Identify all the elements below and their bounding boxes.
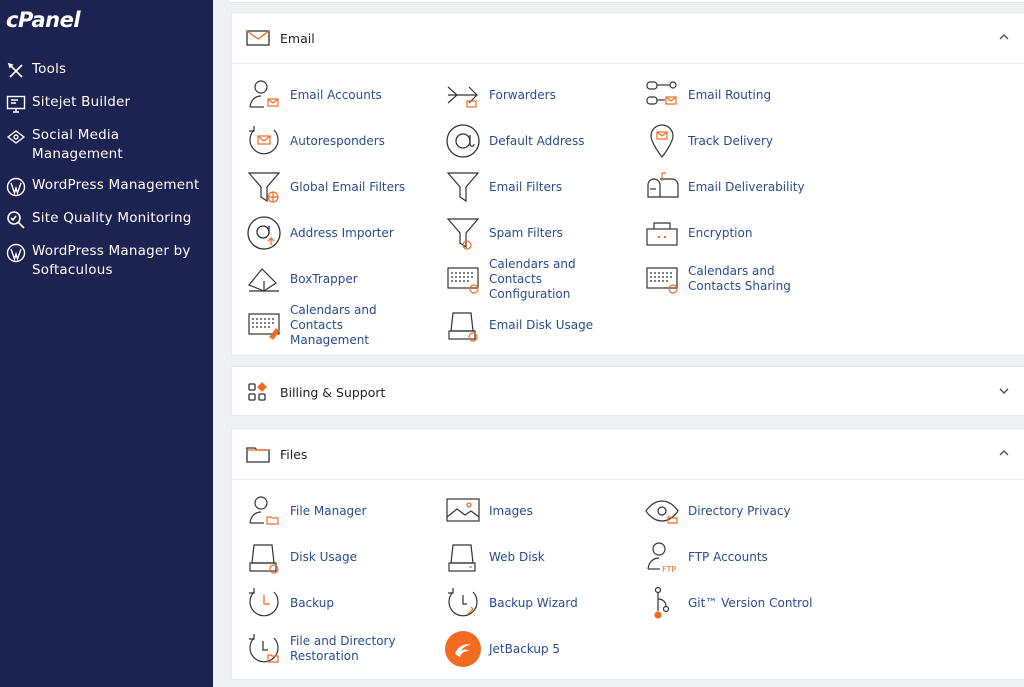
funnel-clock-icon bbox=[445, 215, 481, 251]
location-pin-icon bbox=[644, 123, 680, 159]
forwarders-link[interactable]: Forwarders bbox=[445, 76, 645, 114]
git-icon bbox=[644, 585, 680, 621]
jetbackup-link[interactable]: JetBackup 5 bbox=[445, 630, 645, 668]
sidebar-item-label: WordPress Management bbox=[32, 177, 200, 193]
web-disk-link[interactable]: Web Disk bbox=[445, 538, 645, 576]
sidebar-item-sitejet-builder[interactable]: Sitejet Builder bbox=[0, 93, 213, 114]
calendars-contacts-sharing-link[interactable]: Calendars and Contacts Sharing bbox=[644, 260, 844, 298]
email-panel-header[interactable]: Email bbox=[232, 13, 1024, 63]
backup-wizard-icon bbox=[445, 585, 481, 621]
track-delivery-link[interactable]: Track Delivery bbox=[644, 122, 844, 160]
spam-filters-link[interactable]: Spam Filters bbox=[445, 214, 645, 252]
chevron-up-icon[interactable] bbox=[997, 446, 1011, 460]
jetbackup-icon bbox=[445, 631, 481, 667]
calendar-pen-icon bbox=[246, 307, 282, 343]
email-accounts-link[interactable]: Email Accounts bbox=[246, 76, 446, 114]
restore-folder-icon bbox=[246, 631, 282, 667]
file-directory-restoration-link[interactable]: File and Directory Restoration bbox=[246, 630, 446, 668]
user-mail-icon bbox=[246, 77, 282, 113]
email-panel-body: Email Accounts Forwarders Email Routing … bbox=[232, 63, 1024, 355]
magnifier-icon bbox=[6, 210, 26, 230]
boxtrapper-icon bbox=[246, 261, 282, 297]
email-panel: Email Email Accounts Forwarders Email Ro… bbox=[231, 12, 1024, 356]
backup-wizard-link[interactable]: Backup Wizard bbox=[445, 584, 645, 622]
disk-clock-icon bbox=[246, 539, 282, 575]
calendar-share-icon bbox=[644, 261, 680, 297]
wordpress-icon bbox=[6, 177, 26, 197]
panel-title: Files bbox=[280, 446, 308, 462]
sidebar-item-social-media[interactable]: Social Media Management bbox=[0, 126, 213, 164]
chevron-down-icon[interactable] bbox=[997, 384, 1011, 398]
routing-icon bbox=[644, 77, 680, 113]
previous-panel-edge bbox=[231, 0, 1024, 3]
sidebar-item-label: Tools bbox=[32, 61, 67, 77]
mailbox-icon bbox=[644, 169, 680, 205]
calendars-contacts-configuration-link[interactable]: Calendars and Contacts Configuration bbox=[445, 257, 645, 301]
at-import-icon bbox=[246, 215, 282, 251]
grid-icon bbox=[246, 382, 270, 402]
panel-title: Billing & Support bbox=[280, 384, 386, 400]
calendars-contacts-management-link[interactable]: Calendars and Contacts Management bbox=[246, 303, 446, 347]
monitor-icon bbox=[6, 94, 26, 114]
at-icon bbox=[445, 123, 481, 159]
images-link[interactable]: Images bbox=[445, 492, 645, 530]
file-manager-link[interactable]: File Manager bbox=[246, 492, 446, 530]
sidebar-item-label: WordPress Manager by Softaculous bbox=[32, 243, 191, 278]
files-panel-header[interactable]: Files bbox=[232, 429, 1024, 479]
backup-link[interactable]: Backup bbox=[246, 584, 446, 622]
global-email-filters-link[interactable]: Global Email Filters bbox=[246, 168, 446, 206]
chevron-up-icon[interactable] bbox=[997, 30, 1011, 44]
billing-panel: Billing & Support bbox=[231, 366, 1024, 416]
address-importer-link[interactable]: Address Importer bbox=[246, 214, 446, 252]
main-content: Email Email Accounts Forwarders Email Ro… bbox=[213, 0, 1024, 687]
forward-icon bbox=[445, 77, 481, 113]
user-folder-icon bbox=[246, 493, 282, 529]
funnel-globe-icon bbox=[246, 169, 282, 205]
folder-icon bbox=[246, 444, 270, 464]
user-ftp-icon: FTP bbox=[644, 539, 680, 575]
sidebar-item-wordpress-softaculous[interactable]: WordPress Manager by Softaculous bbox=[0, 242, 213, 280]
files-panel: Files File Manager Images Directory Priv… bbox=[231, 428, 1024, 680]
disk-icon bbox=[445, 539, 481, 575]
wordpress-icon bbox=[6, 243, 26, 263]
sidebar-item-label: Site Quality Monitoring bbox=[32, 210, 192, 226]
disk-usage-link[interactable]: Disk Usage bbox=[246, 538, 446, 576]
default-address-link[interactable]: Default Address bbox=[445, 122, 645, 160]
tools-icon bbox=[6, 61, 26, 81]
email-deliverability-link[interactable]: Email Deliverability bbox=[644, 168, 844, 206]
sidebar-nav: Tools Sitejet Builder Social Media Manag… bbox=[0, 60, 213, 292]
sidebar-item-tools[interactable]: Tools bbox=[0, 60, 213, 81]
billing-panel-header[interactable]: Billing & Support bbox=[232, 367, 1024, 417]
sidebar-item-label: Sitejet Builder bbox=[32, 94, 131, 110]
sidebar: cPanel Tools Sitejet Builder Social Medi… bbox=[0, 0, 213, 687]
lock-box-icon bbox=[644, 215, 680, 251]
svg-text:FTP: FTP bbox=[662, 565, 676, 574]
eye-folder-icon bbox=[644, 493, 680, 529]
encryption-link[interactable]: Encryption bbox=[644, 214, 844, 252]
funnel-icon bbox=[445, 169, 481, 205]
envelope-icon bbox=[246, 28, 270, 48]
directory-privacy-link[interactable]: Directory Privacy bbox=[644, 492, 844, 530]
calendar-at-icon bbox=[445, 261, 481, 297]
email-routing-link[interactable]: Email Routing bbox=[644, 76, 844, 114]
sidebar-item-site-quality[interactable]: Site Quality Monitoring bbox=[0, 209, 213, 230]
cpanel-logo[interactable]: cPanel bbox=[6, 8, 81, 32]
email-disk-usage-link[interactable]: Email Disk Usage bbox=[445, 306, 645, 344]
git-version-control-link[interactable]: Git™ Version Control bbox=[644, 584, 844, 622]
sidebar-item-wordpress-management[interactable]: WordPress Management bbox=[0, 176, 213, 197]
files-panel-body: File Manager Images Directory Privacy Di… bbox=[232, 479, 1024, 679]
boxtrapper-link[interactable]: BoxTrapper bbox=[246, 260, 446, 298]
social-icon bbox=[6, 127, 26, 147]
disk-clock-icon bbox=[445, 307, 481, 343]
autoresponders-link[interactable]: Autoresponders bbox=[246, 122, 446, 160]
autoresponder-icon bbox=[246, 123, 282, 159]
email-filters-link[interactable]: Email Filters bbox=[445, 168, 645, 206]
image-icon bbox=[445, 493, 481, 529]
panel-title: Email bbox=[280, 30, 315, 46]
backup-clock-icon bbox=[246, 585, 282, 621]
ftp-accounts-link[interactable]: FTP FTP Accounts bbox=[644, 538, 844, 576]
sidebar-item-label: Social Media Management bbox=[32, 127, 123, 162]
